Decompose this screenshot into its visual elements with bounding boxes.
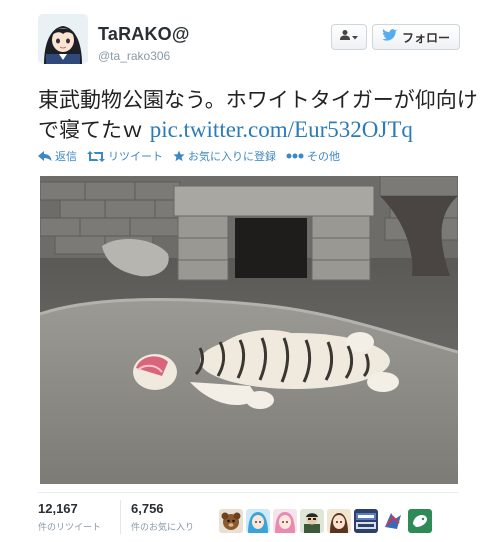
favoriter-avatar[interactable] bbox=[219, 509, 243, 533]
retweet-icon bbox=[87, 150, 105, 162]
user-screen-name[interactable]: @ta_rako306 bbox=[98, 49, 170, 63]
favorite-count-label: 件のお気に入り bbox=[131, 522, 195, 532]
favoriter-avatar[interactable] bbox=[381, 509, 405, 533]
stat-divider bbox=[120, 500, 121, 534]
stats-divider-line bbox=[38, 492, 458, 493]
reply-label: 返信 bbox=[55, 151, 77, 163]
follow-label: フォロー bbox=[401, 30, 450, 45]
more-icon bbox=[286, 153, 304, 159]
retweet-label: リツイート bbox=[108, 151, 163, 163]
retweet-stat[interactable]: 12,167 件のリツイート bbox=[38, 501, 101, 533]
retweet-count-label: 件のリツイート bbox=[38, 522, 102, 532]
retweet-count: 12,167 bbox=[38, 501, 78, 516]
favoriter-avatar[interactable] bbox=[354, 509, 378, 533]
star-icon bbox=[173, 150, 185, 162]
favoriters-list bbox=[219, 509, 432, 533]
twitter-bird-icon bbox=[382, 29, 398, 45]
favoriter-avatar[interactable] bbox=[273, 509, 297, 533]
reply-icon bbox=[38, 151, 52, 161]
retweet-action[interactable]: リツイート bbox=[87, 148, 163, 164]
favoriter-avatar[interactable] bbox=[300, 509, 324, 533]
user-actions-button[interactable] bbox=[331, 24, 367, 50]
tweet-photo[interactable] bbox=[40, 176, 458, 484]
caret-down-icon bbox=[351, 28, 359, 46]
tweet-card: TaRAKO@ @ta_rako306 フォロー 東武動物公園なう。ホワイトタイ… bbox=[0, 0, 500, 542]
more-action[interactable]: その他 bbox=[286, 148, 340, 164]
favorite-count: 6,756 bbox=[131, 501, 164, 516]
favoriter-avatar[interactable] bbox=[327, 509, 351, 533]
follow-button[interactable]: フォロー bbox=[372, 24, 460, 50]
person-icon bbox=[339, 28, 351, 46]
user-avatar[interactable] bbox=[38, 14, 88, 64]
favoriter-avatar[interactable] bbox=[246, 509, 270, 533]
favorite-stat[interactable]: 6,756 件のお気に入り bbox=[131, 501, 194, 533]
user-display-name[interactable]: TaRAKO@ bbox=[98, 24, 190, 45]
favorite-label: お気に入りに登録 bbox=[188, 151, 276, 163]
tweet-actions: 返信 リツイート お気に入りに登録 その他 bbox=[38, 148, 350, 164]
favoriter-avatar[interactable] bbox=[408, 509, 432, 533]
tweet-media-link[interactable]: pic.twitter.com/Eur532OJTq bbox=[150, 117, 413, 142]
tweet-text: 東武動物公園なう。ホワイトタイガーが仰向けで寝てたｗ pic.twitter.c… bbox=[38, 86, 483, 145]
reply-action[interactable]: 返信 bbox=[38, 148, 77, 164]
favorite-action[interactable]: お気に入りに登録 bbox=[173, 148, 276, 164]
more-label: その他 bbox=[307, 151, 340, 163]
